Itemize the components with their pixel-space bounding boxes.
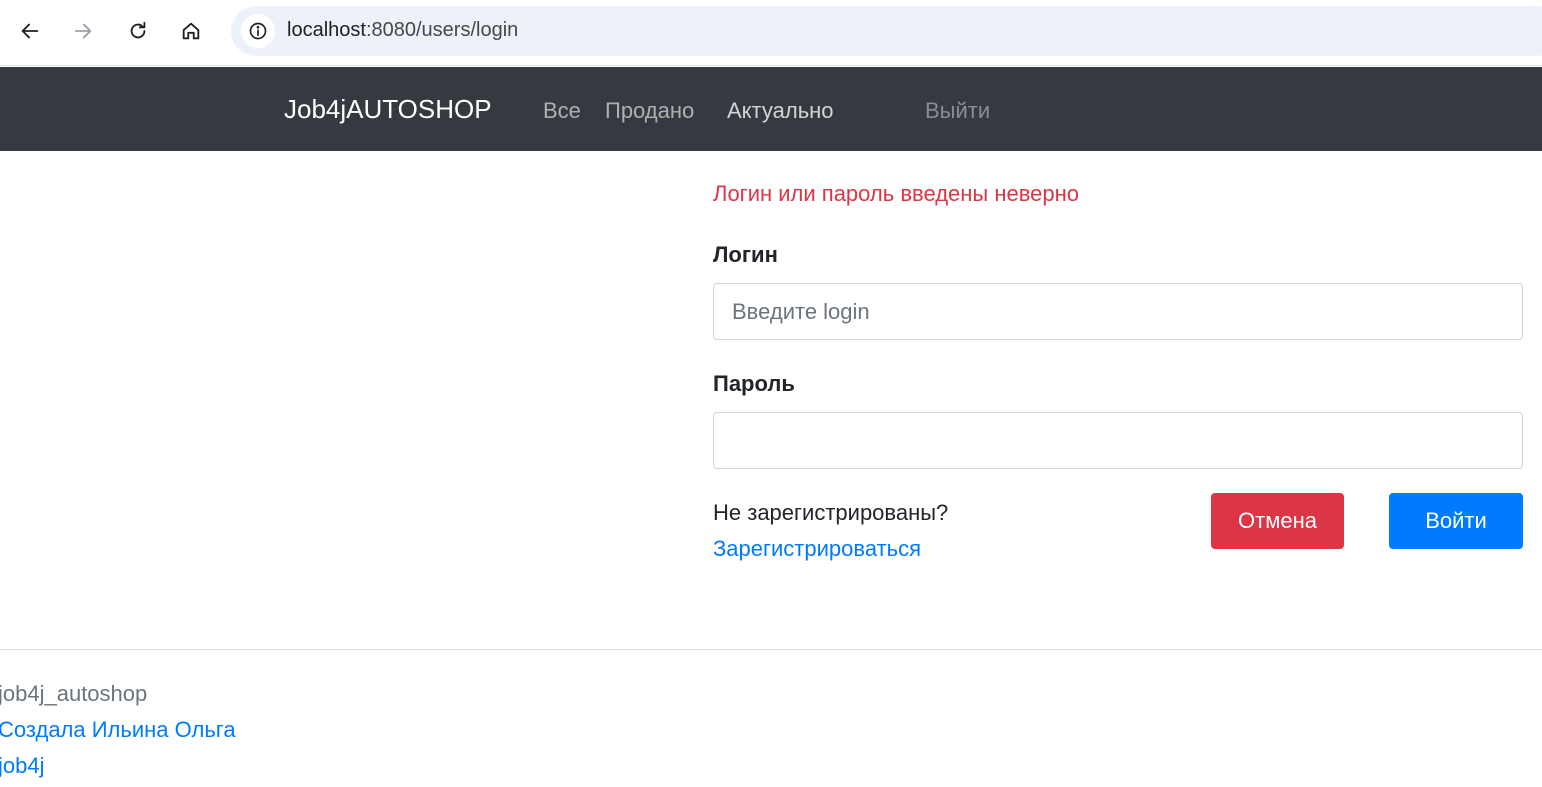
password-input[interactable] <box>713 412 1523 469</box>
site-info-button[interactable] <box>241 14 275 48</box>
reload-icon <box>130 21 146 39</box>
cancel-button[interactable]: Отмена <box>1211 493 1344 549</box>
forward-button[interactable] <box>66 14 100 48</box>
footer-author-link[interactable]: Создала Ильина Ольга <box>0 717 236 743</box>
reload-button[interactable] <box>121 14 155 48</box>
nav-link-actual[interactable]: Актуально <box>727 98 834 124</box>
info-icon <box>249 22 267 40</box>
register-link[interactable]: Зарегистрироваться <box>713 536 921 562</box>
login-input[interactable] <box>713 283 1523 340</box>
footer-divider <box>0 649 1542 650</box>
login-button[interactable]: Войти <box>1389 493 1523 549</box>
error-message: Логин или пароль введены неверно <box>713 181 1080 206</box>
arrow-left-icon <box>21 23 39 39</box>
arrow-right-icon <box>74 23 92 39</box>
url-path: :8080/users/login <box>365 19 519 41</box>
footer-job4j-link[interactable]: job4j <box>0 753 44 779</box>
register-question: Не зарегистрированы? <box>713 500 949 525</box>
browser-toolbar: localhost:8080/users/login <box>0 0 1542 66</box>
home-icon <box>182 22 200 40</box>
nav-link-all[interactable]: Все <box>543 98 581 124</box>
navbar: Job4jAUTOSHOP Все Продано Актуально Выйт… <box>0 67 1542 151</box>
login-label: Логин <box>713 242 778 267</box>
password-label: Пароль <box>713 371 795 396</box>
url-host: localhost <box>287 19 366 41</box>
home-button[interactable] <box>174 14 208 48</box>
brand-link[interactable]: Job4jAUTOSHOP <box>284 94 492 125</box>
address-bar[interactable]: localhost:8080/users/login <box>231 6 1542 56</box>
nav-link-sold[interactable]: Продано <box>605 98 694 124</box>
back-button[interactable] <box>13 14 47 48</box>
footer-project-name: job4j_autoshop <box>0 681 148 706</box>
nav-link-logout[interactable]: Выйти <box>925 98 990 124</box>
url-text[interactable]: localhost:8080/users/login <box>287 19 518 42</box>
